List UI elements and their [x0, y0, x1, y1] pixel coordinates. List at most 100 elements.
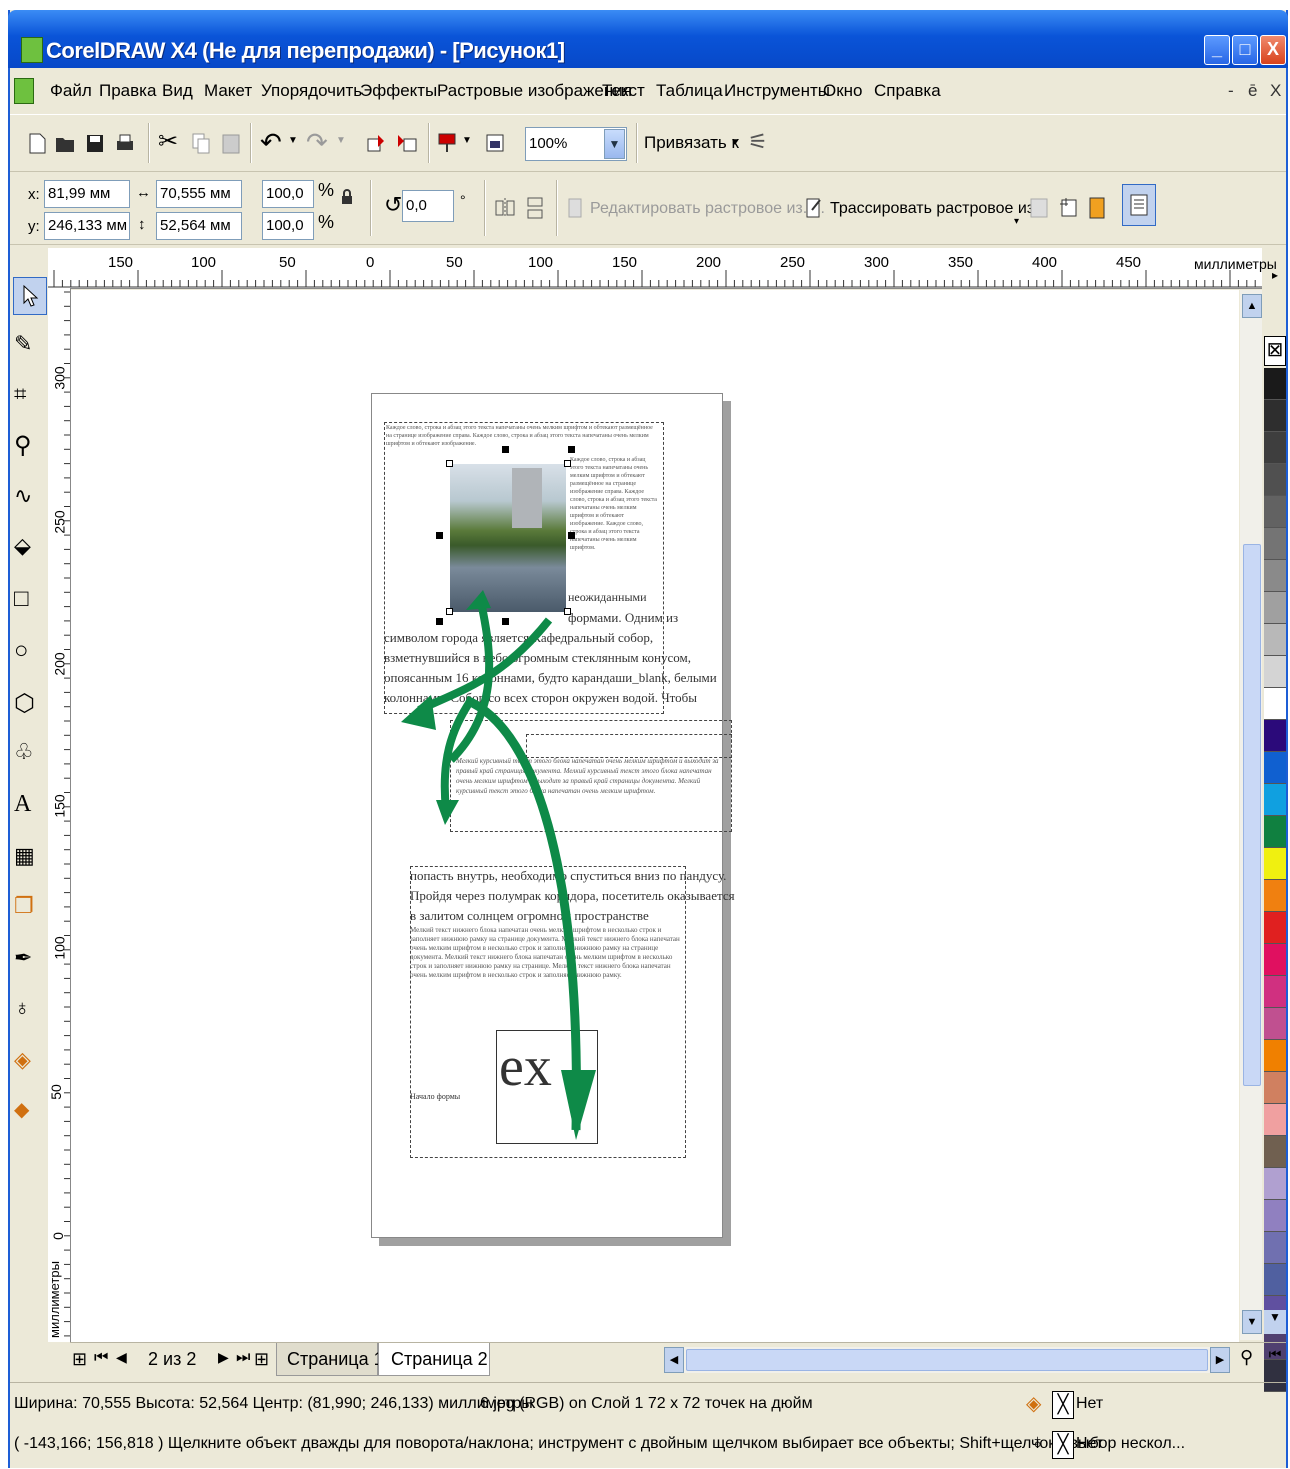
trace-bitmap-icon[interactable] — [804, 196, 826, 220]
scroll-up-icon[interactable]: ▲ — [1242, 294, 1262, 318]
menu-effects[interactable]: Эффекты — [360, 81, 437, 101]
palette-swatch[interactable] — [1264, 1040, 1286, 1072]
frame-handle[interactable] — [564, 460, 571, 467]
palette-swatch[interactable] — [1264, 1136, 1286, 1168]
redo-dropdown-icon[interactable]: ▼ — [336, 135, 346, 146]
rotation-angle-input[interactable]: 0,0 — [402, 190, 454, 222]
save-icon[interactable] — [84, 131, 106, 155]
export-icon[interactable] — [396, 131, 418, 155]
palette-swatch[interactable] — [1264, 1168, 1286, 1200]
trace-bitmap-button[interactable]: Трассировать растровое из. — [830, 200, 1039, 218]
previous-page-icon[interactable]: ◀ — [116, 1349, 127, 1366]
selection-handle[interactable] — [502, 618, 509, 625]
width-input[interactable]: 70,555 мм — [156, 180, 242, 208]
ellipse-tool-icon[interactable]: ○ — [14, 637, 44, 669]
palette-scroll-right-icon[interactable]: ▸ — [1264, 268, 1286, 292]
new-document-icon[interactable] — [26, 131, 48, 155]
mdi-minimize-button[interactable]: - — [1228, 81, 1234, 101]
undo-dropdown-icon[interactable]: ▼ — [288, 135, 298, 146]
palette-swatch[interactable] — [1264, 784, 1286, 816]
open-folder-icon[interactable] — [54, 131, 76, 155]
palette-swatch[interactable] — [1264, 1264, 1286, 1296]
tab-page-1[interactable]: Страница 1 — [276, 1343, 384, 1376]
palette-swatch[interactable] — [1264, 656, 1286, 688]
frame-handle[interactable] — [446, 460, 453, 467]
welcome-screen-icon[interactable] — [484, 131, 506, 155]
rectangle-tool-icon[interactable]: □ — [14, 585, 44, 617]
palette-scroll-down-icon[interactable]: ▼ — [1264, 1310, 1286, 1334]
edit-bitmap-button[interactable]: Редактировать растровое из. ... — [590, 200, 825, 218]
frame-handle[interactable] — [446, 608, 453, 615]
snap-to-menu[interactable]: Привязать к — [644, 133, 739, 153]
vertical-ruler[interactable]: 300 250 200 150 100 50 0 миллиметры — [47, 288, 71, 1342]
eyedropper-tool-icon[interactable]: ✒ — [14, 945, 44, 977]
maximize-button[interactable]: □ — [1232, 35, 1258, 65]
navigator-zoom-icon[interactable]: ⚲ — [1240, 1347, 1253, 1368]
edit-bitmap-icon[interactable] — [566, 196, 588, 220]
import-icon[interactable] — [366, 131, 388, 155]
palette-swatch[interactable] — [1264, 1072, 1286, 1104]
palette-swatch[interactable] — [1264, 400, 1286, 432]
palette-swatch[interactable] — [1264, 1200, 1286, 1232]
palette-swatch[interactable] — [1264, 688, 1286, 720]
outline-none-swatch[interactable]: ╳ — [1052, 1431, 1074, 1459]
palette-swatch[interactable] — [1264, 848, 1286, 880]
palette-swatch[interactable] — [1264, 880, 1286, 912]
add-page-before-icon[interactable]: ⊞ — [72, 1349, 87, 1370]
palette-swatch[interactable] — [1264, 720, 1286, 752]
selection-handle[interactable] — [502, 446, 509, 453]
tab-page-2[interactable]: Страница 2 — [378, 1343, 490, 1376]
placed-photo-image[interactable] — [450, 464, 566, 612]
polygon-tool-icon[interactable]: ⬡ — [14, 689, 44, 721]
palette-swatch[interactable] — [1264, 624, 1286, 656]
horizontal-scrollbar[interactable]: ◀ ▶ — [664, 1347, 1230, 1373]
last-page-icon[interactable]: ⏭ — [236, 1349, 250, 1367]
height-input[interactable]: 52,564 мм — [156, 212, 242, 240]
palette-swatch[interactable] — [1264, 528, 1286, 560]
menu-table[interactable]: Таблица — [656, 81, 723, 101]
palette-swatch[interactable] — [1264, 592, 1286, 624]
selection-handle[interactable] — [568, 532, 575, 539]
blend-tool-icon[interactable]: ❐ — [14, 893, 44, 925]
menu-file[interactable]: Файл — [50, 81, 92, 101]
mdi-close-button[interactable]: X — [1270, 81, 1281, 101]
launcher-dropdown-icon[interactable]: ▼ — [462, 135, 472, 146]
palette-swatch[interactable] — [1264, 432, 1286, 464]
menu-text[interactable]: Текст — [602, 81, 645, 101]
scale-x-input[interactable]: 100,0 — [262, 180, 314, 208]
menu-view[interactable]: Вид — [162, 81, 193, 101]
freehand-tool-icon[interactable]: ∿ — [14, 483, 44, 515]
outline-tool-icon[interactable]: ♁ — [14, 995, 44, 1027]
mirror-horizontal-icon[interactable] — [494, 196, 516, 220]
menu-arrange[interactable]: Упорядочить — [261, 81, 362, 101]
selection-handle[interactable] — [436, 618, 443, 625]
scroll-down-icon[interactable]: ▼ — [1242, 1310, 1262, 1334]
application-launcher-icon[interactable] — [436, 131, 458, 155]
close-button[interactable]: X — [1260, 35, 1286, 65]
cut-icon[interactable]: ✂ — [158, 127, 178, 156]
next-page-icon[interactable]: ▶ — [218, 1349, 229, 1366]
redo-icon[interactable]: ↷ — [306, 127, 328, 158]
scroll-right-icon[interactable]: ▶ — [1210, 1347, 1230, 1373]
lock-ratio-icon[interactable] — [340, 188, 354, 206]
text-frame-middle-inner[interactable] — [526, 734, 732, 758]
resample-icon[interactable] — [1028, 196, 1050, 220]
palette-swatch[interactable] — [1264, 976, 1286, 1008]
copy-icon[interactable] — [190, 131, 212, 155]
title-bar[interactable]: CorelDRAW X4 (Не для перепродажи) - [Рис… — [8, 10, 1288, 68]
drawing-canvas[interactable]: Каждое слово, строка и абзац этого текст… — [71, 290, 1239, 1342]
menu-window[interactable]: Окно — [823, 81, 863, 101]
zoom-tool-icon[interactable]: ⚲ — [14, 431, 44, 463]
first-page-icon[interactable]: ⏮ — [94, 1349, 108, 1367]
text-tool-icon[interactable]: A — [14, 791, 44, 823]
menu-help[interactable]: Справка — [874, 81, 941, 101]
mdi-restore-button[interactable]: ē — [1248, 81, 1257, 101]
undo-icon[interactable]: ↶ — [260, 127, 282, 158]
snap-dropdown-icon[interactable]: ▼ — [730, 137, 740, 148]
trace-dropdown-icon[interactable]: ▾ — [1014, 216, 1019, 227]
fill-tool-icon[interactable]: ◈ — [14, 1047, 44, 1079]
table-tool-icon[interactable]: ▦ — [14, 843, 44, 875]
scroll-left-icon[interactable]: ◀ — [664, 1347, 684, 1373]
palette-swatch[interactable] — [1264, 816, 1286, 848]
document-icon[interactable] — [14, 78, 34, 104]
